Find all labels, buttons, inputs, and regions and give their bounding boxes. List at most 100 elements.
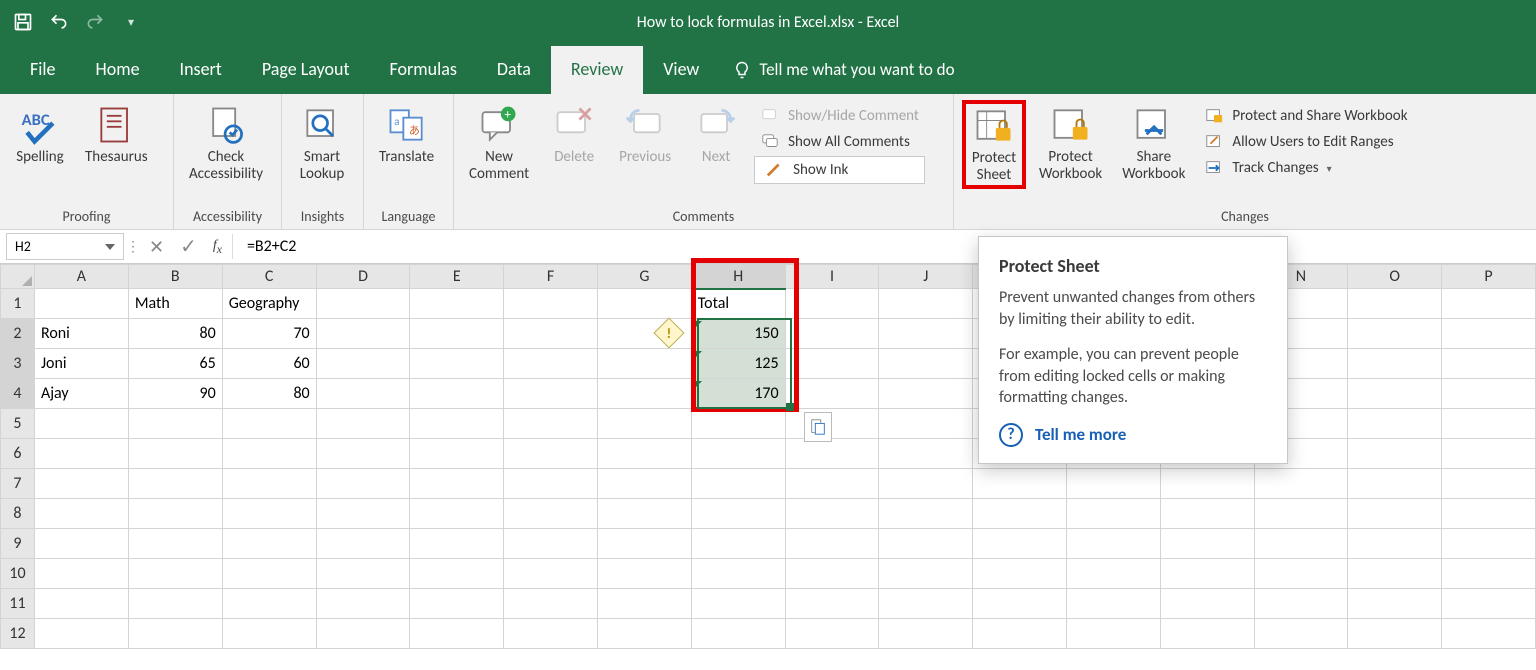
tab-home[interactable]: Home	[76, 46, 160, 94]
cell-B1[interactable]: Math	[128, 289, 222, 319]
column-header-H[interactable]: H	[691, 265, 785, 289]
cell-I8[interactable]	[785, 499, 879, 529]
cell-G10[interactable]	[598, 559, 692, 589]
show-all-comments-button[interactable]: Show All Comments	[754, 130, 925, 154]
resize-handle-icon[interactable]: ⋮	[127, 230, 139, 263]
cell-G1[interactable]	[598, 289, 692, 319]
cell-E4[interactable]	[410, 379, 504, 409]
cell-P8[interactable]	[1442, 499, 1536, 529]
cell-J6[interactable]	[879, 439, 973, 469]
column-header-D[interactable]: D	[316, 265, 410, 289]
cell-P7[interactable]	[1442, 469, 1536, 499]
show-ink-button[interactable]: Show Ink	[754, 156, 925, 184]
delete-comment-button[interactable]: Delete	[542, 100, 606, 169]
cell-A8[interactable]	[34, 499, 128, 529]
cell-B9[interactable]	[128, 529, 222, 559]
share-workbook-button[interactable]: Share Workbook	[1115, 100, 1192, 187]
cell-D7[interactable]	[316, 469, 410, 499]
cell-D4[interactable]	[316, 379, 410, 409]
show-hide-comment-button[interactable]: Show/Hide Comment	[754, 104, 925, 128]
cell-A10[interactable]	[34, 559, 128, 589]
cell-E3[interactable]	[410, 349, 504, 379]
cell-D2[interactable]	[316, 319, 410, 349]
cell-J1[interactable]	[879, 289, 973, 319]
cell-O6[interactable]	[1348, 439, 1442, 469]
cell-O1[interactable]	[1348, 289, 1442, 319]
cell-J12[interactable]	[879, 619, 973, 649]
cell-A5[interactable]	[34, 409, 128, 439]
cell-P2[interactable]	[1442, 319, 1536, 349]
cell-G7[interactable]	[598, 469, 692, 499]
cell-E1[interactable]	[410, 289, 504, 319]
column-header-C[interactable]: C	[222, 265, 316, 289]
cell-H6[interactable]	[691, 439, 785, 469]
cell-F8[interactable]	[504, 499, 598, 529]
cell-B8[interactable]	[128, 499, 222, 529]
cell-H4[interactable]: 170	[691, 379, 785, 409]
cell-I10[interactable]	[785, 559, 879, 589]
cell-D8[interactable]	[316, 499, 410, 529]
cell-H3[interactable]: 125	[691, 349, 785, 379]
cell-L8[interactable]	[1066, 499, 1160, 529]
cell-C9[interactable]	[222, 529, 316, 559]
cell-O2[interactable]	[1348, 319, 1442, 349]
cell-A3[interactable]: Joni	[34, 349, 128, 379]
cell-B2[interactable]: 80	[128, 319, 222, 349]
paste-options-icon[interactable]	[804, 412, 832, 442]
worksheet-grid[interactable]: ABCDEFGHIJKLMNOP1MathGeographyTotal2Roni…	[0, 264, 1536, 649]
row-header-10[interactable]: 10	[1, 559, 35, 589]
cell-P12[interactable]	[1442, 619, 1536, 649]
cell-O4[interactable]	[1348, 379, 1442, 409]
cell-G12[interactable]	[598, 619, 692, 649]
cell-L11[interactable]	[1066, 589, 1160, 619]
tab-data[interactable]: Data	[477, 46, 551, 94]
check-accessibility-button[interactable]: Check Accessibility	[182, 100, 270, 187]
cell-I11[interactable]	[785, 589, 879, 619]
cell-D3[interactable]	[316, 349, 410, 379]
cell-G9[interactable]	[598, 529, 692, 559]
cell-N10[interactable]	[1254, 559, 1348, 589]
cell-G8[interactable]	[598, 499, 692, 529]
cell-I7[interactable]	[785, 469, 879, 499]
cell-G5[interactable]	[598, 409, 692, 439]
cell-J2[interactable]	[879, 319, 973, 349]
cell-J4[interactable]	[879, 379, 973, 409]
undo-icon[interactable]	[48, 11, 70, 33]
cell-D11[interactable]	[316, 589, 410, 619]
cell-J7[interactable]	[879, 469, 973, 499]
cell-E6[interactable]	[410, 439, 504, 469]
cell-H12[interactable]	[691, 619, 785, 649]
tell-me-more-link[interactable]: ? Tell me more	[999, 423, 1267, 447]
fx-icon[interactable]: fx	[213, 238, 222, 256]
row-header-3[interactable]: 3	[1, 349, 35, 379]
cell-C1[interactable]: Geography	[222, 289, 316, 319]
cell-H7[interactable]	[691, 469, 785, 499]
cell-A12[interactable]	[34, 619, 128, 649]
cell-C8[interactable]	[222, 499, 316, 529]
cell-A2[interactable]: Roni	[34, 319, 128, 349]
cell-K7[interactable]	[973, 469, 1067, 499]
redo-icon[interactable]	[84, 11, 106, 33]
cell-P9[interactable]	[1442, 529, 1536, 559]
cell-B3[interactable]: 65	[128, 349, 222, 379]
cell-D5[interactable]	[316, 409, 410, 439]
cell-O9[interactable]	[1348, 529, 1442, 559]
column-header-A[interactable]: A	[34, 265, 128, 289]
column-header-F[interactable]: F	[504, 265, 598, 289]
cell-P1[interactable]	[1442, 289, 1536, 319]
cell-H1[interactable]: Total	[691, 289, 785, 319]
cell-A6[interactable]	[34, 439, 128, 469]
cell-C4[interactable]: 80	[222, 379, 316, 409]
cell-D6[interactable]	[316, 439, 410, 469]
allow-users-edit-button[interactable]: Allow Users to Edit Ranges	[1198, 130, 1413, 154]
cell-K10[interactable]	[973, 559, 1067, 589]
cell-P5[interactable]	[1442, 409, 1536, 439]
row-header-1[interactable]: 1	[1, 289, 35, 319]
cell-F6[interactable]	[504, 439, 598, 469]
cell-L7[interactable]	[1066, 469, 1160, 499]
cell-D12[interactable]	[316, 619, 410, 649]
cell-P10[interactable]	[1442, 559, 1536, 589]
cell-C12[interactable]	[222, 619, 316, 649]
cell-J9[interactable]	[879, 529, 973, 559]
spelling-button[interactable]: ABC Spelling	[8, 100, 72, 169]
